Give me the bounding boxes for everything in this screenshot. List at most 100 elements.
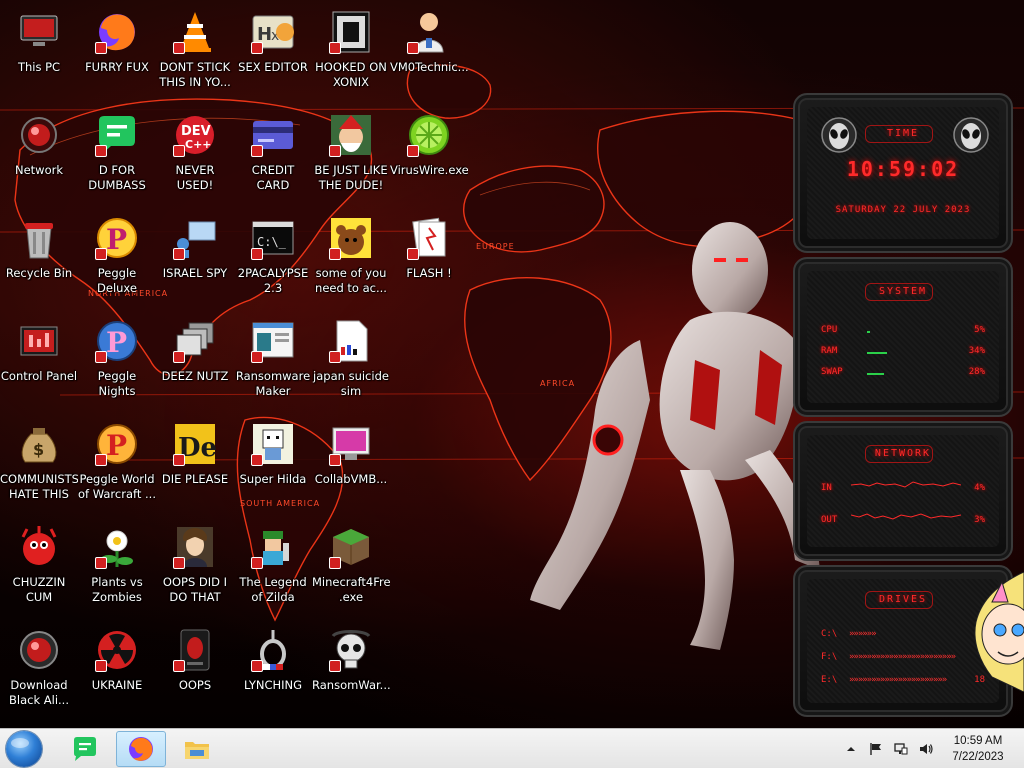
system-row-value: 5% [974,325,985,335]
desktop-icon-label: CREDIT CARD CHECKER [251,163,295,192]
desktop-icon-plants-vs-zombies[interactable]: Plants vs Zombies [78,519,156,619]
desktop-icon-chuzzin-cum[interactable]: CHUZZIN CUM [0,519,78,619]
clock-gadget-title: TIME [886,128,920,139]
desktop-icon-recycle-bin[interactable]: Recycle Bin [0,210,78,310]
desktop-icon-this-pc[interactable]: This PC [0,4,78,104]
network-status-button[interactable] [893,741,909,757]
start-button[interactable] [6,731,42,767]
desktop-icon-collabvmb[interactable]: CollabVMB... [312,416,390,516]
desktop-icon-label: ISRAEL SPY [162,266,228,280]
limewire-icon [405,111,453,159]
control-panel-icon [15,317,63,365]
desktop-icon-flash[interactable]: FLASH ! [390,210,468,310]
shortcut-arrow-icon [329,351,341,363]
system-row-ram: RAM 34% [821,346,985,360]
credit-card-icon [249,111,297,159]
desktop-icon-israel-spy[interactable]: ISRAEL SPY [156,210,234,310]
desktop-icon-label: The Legend of Zilda [239,575,307,604]
desktop-icon-lynching[interactable]: LYNCHING [234,622,312,722]
desktop-icon-2pacalypse-2-3[interactable]: C:\_ 2PACALYPSE 2.3 [234,210,312,310]
system-row-value: 28% [968,367,985,377]
desktop-icon-never-used[interactable]: DEV C++ NEVER USED! [156,107,234,207]
desktop-icon-label: Ransomware Maker Build... [235,369,311,398]
peggle-wow-icon: P [93,420,141,468]
desktop-icon-viruswire-exe[interactable]: VirusWire.exe [390,107,468,207]
desktop-icon-label: FURRY FUX [85,60,149,74]
desktop-icon-communists-hate-this-g[interactable]: $ COMMUNISTS HATE THIS G... [0,416,78,516]
remote-desktop-icon [171,214,219,262]
desktop-icon-credit-card-checker[interactable]: CREDIT CARD CHECKER [234,107,312,207]
system-usage-bar [867,352,888,354]
system-row-cpu: CPU 5% [821,325,985,339]
desktop-icon-be-just-like-the-dude[interactable]: BE JUST LIKE THE DUDE! [312,107,390,207]
system-row-label: SWAP [821,367,843,377]
network-gadget[interactable]: NETWORK IN 4% OUT 3% [793,421,1013,561]
desktop-icon-the-legend-of-zilda[interactable]: The Legend of Zilda [234,519,312,619]
volume-icon [920,744,933,754]
desktop-icon-peggle-world-of-warcraft[interactable]: P Peggle World of Warcraft ... [78,416,156,516]
terminal-icon: C:\_ [249,214,297,262]
desktop-icon-sex-editor[interactable]: Hx SEX EDITOR [234,4,312,104]
desktop-icon-some-of-you-need-to-ac[interactable]: some of you need to ac... [312,210,390,310]
show-hidden-icons-button[interactable] [843,741,859,757]
die-logo-icon: De [171,420,219,468]
desktop-icon-ransomwar[interactable]: RansomWar... [312,622,390,722]
pixel-character-icon [249,420,297,468]
desktop-icon-control-panel[interactable]: Control Panel [0,313,78,413]
skull-icon [327,626,375,674]
desktop-icon-download-black-ali[interactable]: Download Black Ali... [0,622,78,722]
xonix-game-icon [327,8,375,56]
desktop-icon-label: Peggle Nights Deluxe [97,369,137,398]
desktop-icon-hooked-on-xonix[interactable]: HOOKED ON XONIX [312,4,390,104]
monitor-icon [327,420,375,468]
desktop-icon-peggle-deluxe[interactable]: P Peggle Deluxe [78,210,156,310]
taskbar-firefox[interactable] [116,731,166,767]
flash-cards-icon [405,214,453,262]
desktop-icon-dont-stick-this-in-yo[interactable]: DONT STICK THIS IN YO... [156,4,234,104]
desktop-icon-super-hilda[interactable]: Super Hilda [234,416,312,516]
svg-text:C++: C++ [185,138,212,151]
taskbar-clock[interactable]: 10:59 AM 7/22/2023 [940,733,1016,765]
shortcut-arrow-icon [407,248,419,260]
action-center-button[interactable] [868,741,884,757]
system-row-label: CPU [821,325,838,335]
desktop-icon-japan-suicide-sim[interactable]: japan suicide sim [312,313,390,413]
system-usage-bar [867,331,870,333]
shortcut-arrow-icon [251,351,263,363]
drive-row: C:\ »»»»»» [821,629,985,641]
desktop-icon-die-please[interactable]: De DIE PLEASE [156,416,234,516]
shortcut-arrow-icon [329,454,341,466]
taskbar-file-explorer[interactable] [172,731,222,767]
desktop-icon-network[interactable]: Network [0,107,78,207]
alien-orb-icon [15,626,63,674]
desktop-icon-d-for-dumbass[interactable]: D FOR DUMBASS [78,107,156,207]
money-bag-icon: $ [15,420,63,468]
clock-gadget[interactable]: TIME 10:59:02 SATURDAY 22 JULY 2023 [793,93,1013,253]
network-out-label: OUT [821,515,838,525]
desktop-icon-label: Peggle World of Warcraft ... [78,472,156,501]
window-app-icon [249,317,297,365]
taskbar-discord-chat[interactable] [60,731,110,767]
desktop-icon-deez-nutz[interactable]: DEEZ NUTZ [156,313,234,413]
desktop-icon-peggle-nights-deluxe[interactable]: P Peggle Nights Deluxe [78,313,156,413]
desktop-icon-label: DONT STICK THIS IN YO... [159,60,231,89]
volume-button[interactable] [918,741,934,757]
shortcut-arrow-icon [251,42,263,54]
shortcut-arrow-icon [95,351,107,363]
desktop-icon-furry-fux[interactable]: FURRY FUX [78,4,156,104]
shortcut-arrow-icon [173,454,185,466]
system-gadget-title: SYSTEM [878,286,928,297]
desktop-icon-ransomware-maker-build[interactable]: Ransomware Maker Build... [234,313,312,413]
shortcut-arrow-icon [173,660,185,672]
flag-icon [870,743,881,755]
desktop-icon-ukraine[interactable]: UKRAINE [78,622,156,722]
desktop-icon-vm0technic[interactable]: VM0Technic... [390,4,468,104]
network-tray-icon [894,743,908,755]
desktop-icon-oops[interactable]: OOPS [156,622,234,722]
desktop-icon-oops-did-i-do-that[interactable]: OOPS DID I DO THAT [156,519,234,619]
desktop-icon-label: UKRAINE [91,678,143,692]
system-gadget[interactable]: SYSTEM CPU 5% RAM 34% SWAP 28% [793,257,1013,417]
radiation-icon [93,626,141,674]
desktop-icon-minecraft4free-exe[interactable]: Minecraft4Free .exe [312,519,390,619]
computer-icon [15,8,63,56]
